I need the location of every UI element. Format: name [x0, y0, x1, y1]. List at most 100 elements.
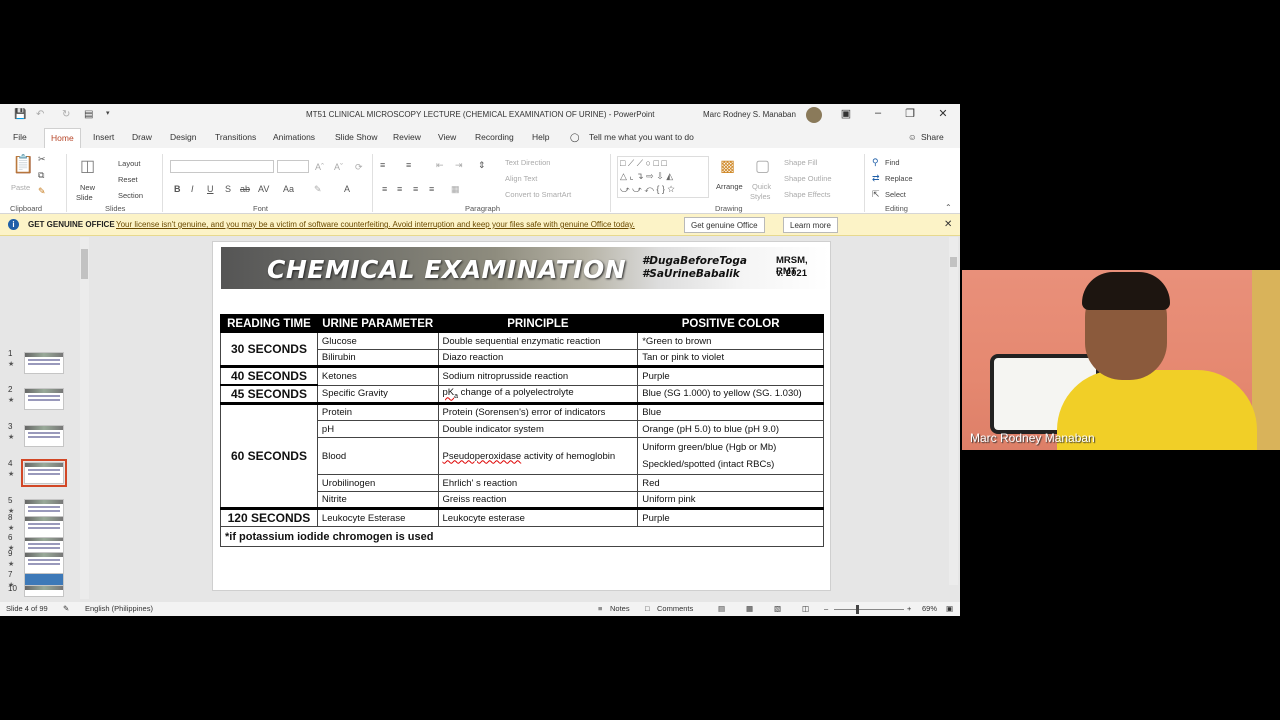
- tab-slide-show[interactable]: Slide Show: [335, 132, 378, 142]
- columns-icon[interactable]: ▦: [451, 184, 460, 195]
- find-button[interactable]: Find: [885, 158, 900, 167]
- user-avatar[interactable]: [806, 107, 822, 123]
- font-name-combo[interactable]: [170, 160, 274, 173]
- slideshow-icon[interactable]: ◫: [802, 604, 809, 613]
- arrange-button[interactable]: Arrange: [716, 182, 743, 191]
- decrease-indent-icon[interactable]: ⇤: [436, 160, 444, 171]
- quick-styles-button[interactable]: Quick: [752, 182, 771, 191]
- justify-icon[interactable]: ≡: [429, 184, 434, 194]
- align-center-icon[interactable]: ≡: [397, 184, 402, 194]
- tab-design[interactable]: Design: [170, 132, 196, 142]
- highlight-icon[interactable]: ✎: [314, 184, 322, 195]
- clear-formatting-icon[interactable]: ⟳: [355, 162, 363, 173]
- slide-scrollbar[interactable]: [949, 237, 958, 585]
- shape-fill-button[interactable]: Shape Fill: [784, 158, 817, 167]
- tab-draw[interactable]: Draw: [132, 132, 152, 142]
- arrange-icon[interactable]: ▩: [720, 156, 735, 176]
- paste-icon[interactable]: 📋: [12, 154, 34, 175]
- thumbnail-scrollbar[interactable]: [80, 237, 89, 599]
- slide-thumbnail-8[interactable]: [24, 516, 64, 538]
- replace-icon[interactable]: ⇄: [872, 173, 880, 184]
- cut-icon[interactable]: ✂: [38, 154, 46, 165]
- zoom-level[interactable]: 69%: [922, 604, 937, 613]
- share-button[interactable]: Share: [921, 132, 944, 142]
- increase-font-icon[interactable]: Aˆ: [315, 162, 324, 172]
- tab-recording[interactable]: Recording: [475, 132, 514, 142]
- new-slide-button[interactable]: New: [80, 183, 95, 192]
- ribbon-display-icon[interactable]: ▣: [836, 107, 856, 120]
- close-icon[interactable]: ✕: [933, 107, 953, 120]
- find-icon[interactable]: ⚲: [872, 157, 879, 168]
- zoom-in-icon[interactable]: +: [907, 604, 911, 613]
- quick-styles-icon[interactable]: ▢: [755, 156, 770, 176]
- bullets-icon[interactable]: ≡: [380, 160, 385, 170]
- start-presentation-icon[interactable]: ▤: [84, 109, 93, 120]
- text-direction-button[interactable]: Text Direction: [505, 158, 550, 167]
- slide-thumbnail-2[interactable]: [24, 388, 64, 410]
- shape-effects-button[interactable]: Shape Effects: [784, 190, 831, 199]
- zoom-slider-thumb[interactable]: [856, 605, 859, 614]
- align-right-icon[interactable]: ≡: [413, 184, 418, 194]
- notice-message-link[interactable]: Your license isn't genuine, and you may …: [116, 220, 635, 229]
- font-color-icon[interactable]: A: [344, 184, 350, 194]
- get-genuine-office-button[interactable]: Get genuine Office: [684, 217, 765, 233]
- fit-slide-icon[interactable]: ▣: [946, 604, 953, 613]
- reading-view-icon[interactable]: ▧: [774, 604, 781, 613]
- tab-insert[interactable]: Insert: [93, 132, 114, 142]
- paste-button[interactable]: Paste: [11, 183, 30, 192]
- replace-button[interactable]: Replace: [885, 174, 913, 183]
- line-spacing-icon[interactable]: ⇕: [478, 160, 486, 171]
- layout-button[interactable]: Layout: [118, 159, 141, 168]
- undo-icon[interactable]: ↶: [36, 109, 44, 120]
- slide-thumbnail-4[interactable]: [21, 459, 67, 487]
- convert-smartart-button[interactable]: Convert to SmartArt: [505, 190, 571, 199]
- italic-icon[interactable]: I: [191, 184, 194, 194]
- section-button[interactable]: Section: [118, 191, 143, 200]
- slide-thumbnail-10[interactable]: [24, 585, 64, 597]
- zoom-slider[interactable]: [834, 609, 904, 610]
- zoom-out-icon[interactable]: –: [824, 604, 828, 613]
- align-left-icon[interactable]: ≡: [382, 184, 387, 194]
- underline-icon[interactable]: U: [207, 184, 214, 194]
- slide-thumbnail-3[interactable]: [24, 425, 64, 447]
- minimize-icon[interactable]: –: [868, 107, 888, 119]
- slide-canvas[interactable]: CHEMICAL EXAMINATION #DugaBeforeToga #Sa…: [212, 241, 831, 591]
- format-painter-icon[interactable]: ✎: [38, 186, 46, 197]
- copy-icon[interactable]: ⧉: [38, 170, 44, 181]
- normal-view-icon[interactable]: ▤: [718, 604, 725, 613]
- comments-button[interactable]: Comments: [657, 604, 693, 613]
- tab-animations[interactable]: Animations: [273, 132, 315, 142]
- numbering-icon[interactable]: ≡: [406, 160, 411, 170]
- new-slide-icon[interactable]: ◫: [80, 156, 95, 176]
- restore-icon[interactable]: ❐: [900, 107, 920, 120]
- language-indicator[interactable]: English (Philippines): [85, 604, 153, 613]
- tab-transitions[interactable]: Transitions: [215, 132, 256, 142]
- user-name[interactable]: Marc Rodney S. Manaban: [703, 110, 796, 119]
- collapse-ribbon-icon[interactable]: ⌃: [945, 203, 952, 212]
- shadow-icon[interactable]: S: [225, 184, 231, 194]
- tab-review[interactable]: Review: [393, 132, 421, 142]
- decrease-font-icon[interactable]: Aˇ: [334, 162, 343, 172]
- redo-icon[interactable]: ↻: [62, 109, 70, 120]
- bold-icon[interactable]: B: [174, 184, 181, 194]
- save-icon[interactable]: 💾: [14, 109, 26, 120]
- customize-qat-icon[interactable]: ▾: [106, 109, 110, 117]
- strikethrough-icon[interactable]: ab: [240, 184, 250, 194]
- slide-thumbnail-1[interactable]: [24, 352, 64, 374]
- change-case-icon[interactable]: Aa: [283, 184, 294, 194]
- reset-button[interactable]: Reset: [118, 175, 138, 184]
- learn-more-button[interactable]: Learn more: [783, 217, 838, 233]
- shapes-gallery[interactable]: □ ⟋ ⟋ ○ □ □ △ ⌞ ↴ ⇨ ⇩ ◭ ⤻ ⤻ ↶ { } ☆: [617, 156, 709, 198]
- slide-sorter-icon[interactable]: ▦: [746, 604, 753, 613]
- increase-indent-icon[interactable]: ⇥: [455, 160, 463, 171]
- tell-me-search[interactable]: Tell me what you want to do: [589, 132, 694, 142]
- slide-thumbnail-9[interactable]: [24, 552, 64, 574]
- char-spacing-icon[interactable]: AV: [258, 184, 269, 194]
- align-text-button[interactable]: Align Text: [505, 174, 537, 183]
- select-button[interactable]: Select: [885, 190, 906, 199]
- font-size-combo[interactable]: [277, 160, 309, 173]
- notes-button[interactable]: Notes: [610, 604, 630, 613]
- notice-close-icon[interactable]: ✕: [944, 219, 952, 230]
- spell-check-icon[interactable]: ✎: [63, 604, 69, 613]
- tab-help[interactable]: Help: [532, 132, 549, 142]
